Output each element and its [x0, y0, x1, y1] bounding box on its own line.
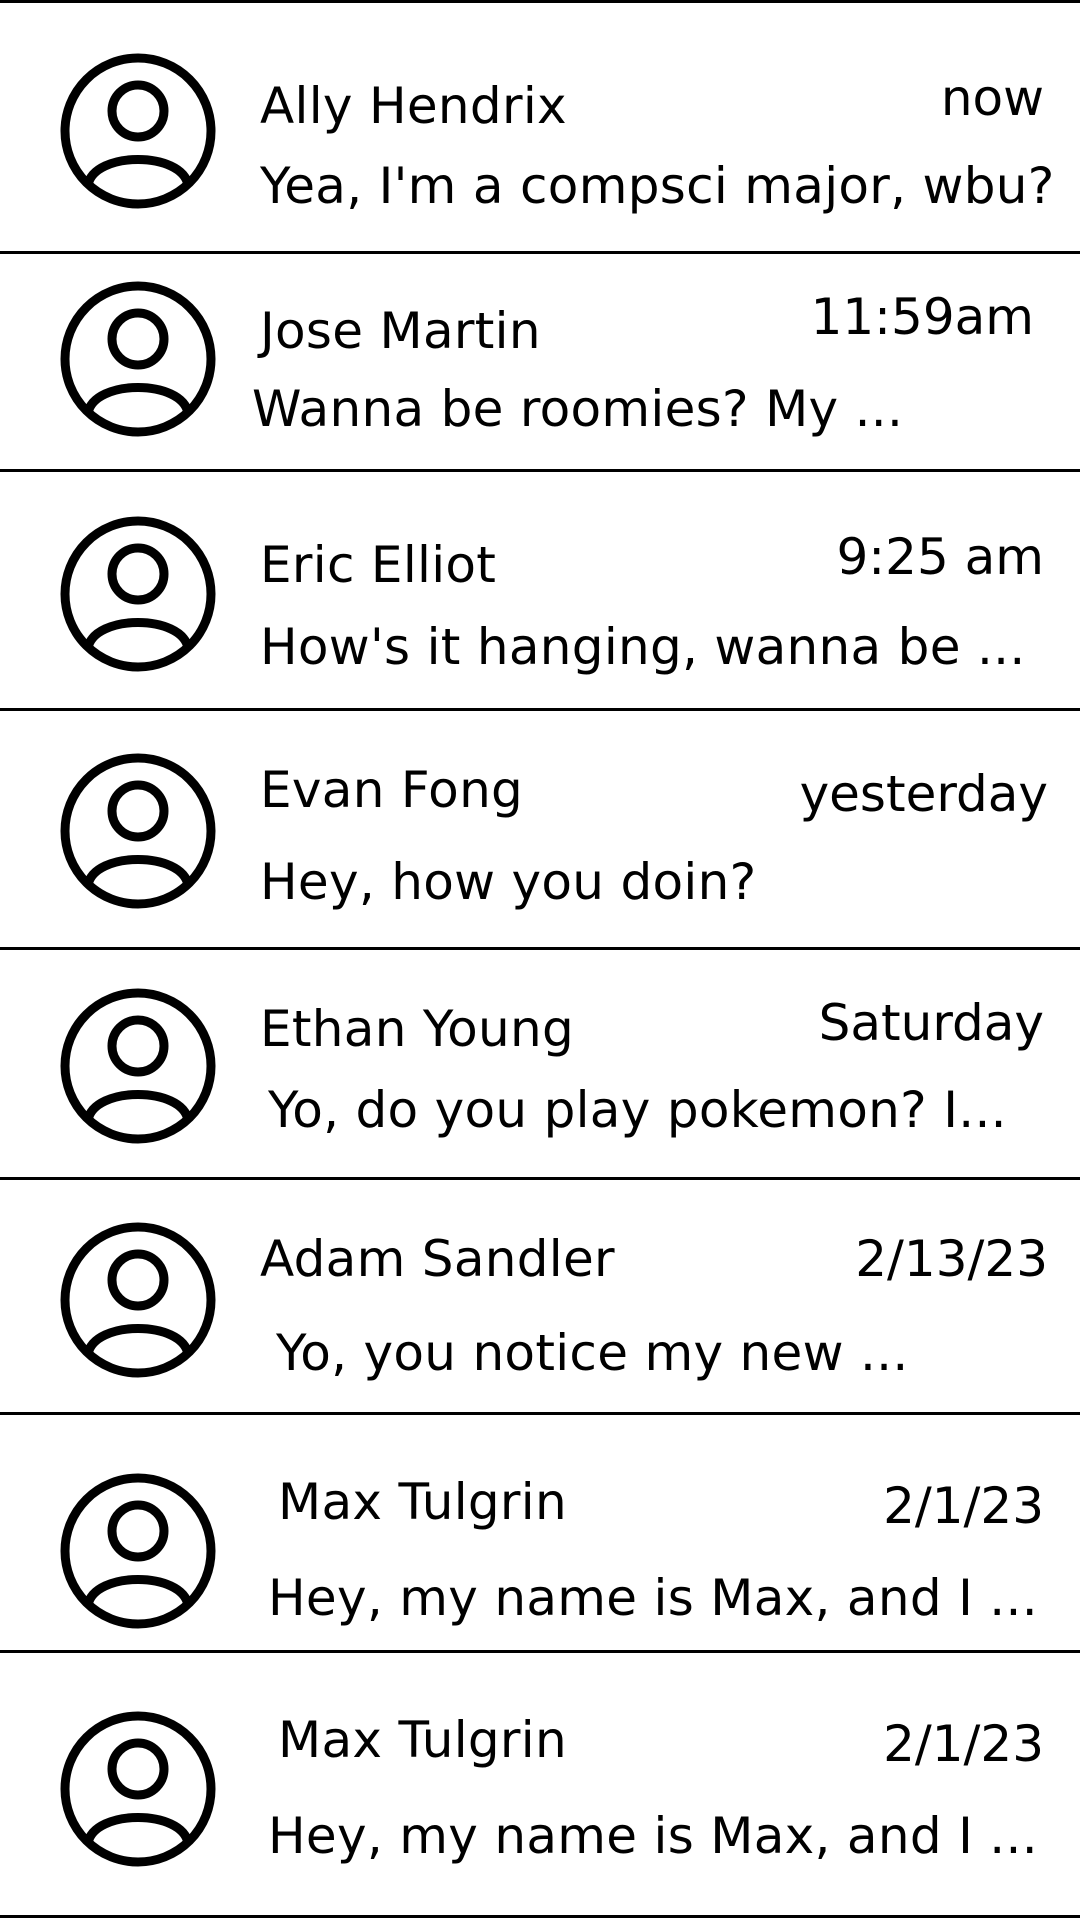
- contact-name: Eric Elliot: [260, 536, 497, 594]
- message-preview: Yo, do you play pokemon? I...: [268, 1081, 1007, 1139]
- user-avatar-icon: [60, 988, 216, 1144]
- contact-name: Max Tulgrin: [278, 1473, 567, 1531]
- message-time: now: [940, 69, 1044, 127]
- user-avatar-icon: [60, 516, 216, 672]
- user-avatar-icon: [60, 753, 216, 909]
- contact-name: Ally Hendrix: [260, 77, 567, 135]
- message-time: 11:59am: [810, 288, 1034, 346]
- message-preview: Hey, how you doin?: [260, 853, 757, 911]
- message-time: 9:25 am: [836, 528, 1044, 586]
- message-time: 2/13/23: [855, 1230, 1048, 1288]
- contact-name: Max Tulgrin: [278, 1711, 567, 1769]
- conversation-row[interactable]: Max Tulgrin 2/1/23 Hey, my name is Max, …: [0, 1415, 1080, 1650]
- user-avatar-icon: [60, 1711, 216, 1867]
- message-preview: Hey, my name is Max, and I ...: [268, 1569, 1038, 1627]
- conversation-row[interactable]: Eric Elliot 9:25 am How's it hanging, wa…: [0, 472, 1080, 708]
- conversation-row[interactable]: Evan Fong yesterday Hey, how you doin?: [0, 711, 1080, 947]
- message-preview: How's it hanging, wanna be ...: [260, 618, 1026, 676]
- conversation-row[interactable]: Jose Martin 11:59am Wanna be roomies? My…: [0, 254, 1080, 469]
- message-time: 2/1/23: [883, 1715, 1044, 1773]
- message-time: yesterday: [799, 765, 1048, 823]
- divider: [0, 1915, 1080, 1918]
- contact-name: Evan Fong: [260, 761, 524, 819]
- message-preview: Wanna be roomies? My ...: [252, 380, 904, 438]
- conversation-row[interactable]: Ethan Young Saturday Yo, do you play pok…: [0, 950, 1080, 1177]
- conversation-row[interactable]: Max Tulgrin 2/1/23 Hey, my name is Max, …: [0, 1653, 1080, 1917]
- message-preview: Yea, I'm a compsci major, wbu?: [260, 157, 1055, 215]
- user-avatar-icon: [60, 53, 216, 209]
- conversation-list: Ally Hendrix now Yea, I'm a compsci majo…: [0, 0, 1080, 1920]
- contact-name: Jose Martin: [260, 302, 541, 360]
- message-preview: Hey, my name is Max, and I ...: [268, 1807, 1038, 1865]
- message-preview: Yo, you notice my new ...: [276, 1324, 909, 1382]
- contact-name: Ethan Young: [260, 1000, 575, 1058]
- message-time: 2/1/23: [883, 1477, 1044, 1535]
- conversation-row[interactable]: Ally Hendrix now Yea, I'm a compsci majo…: [0, 3, 1080, 251]
- contact-name: Adam Sandler: [260, 1230, 615, 1288]
- user-avatar-icon: [60, 1473, 216, 1629]
- conversation-row[interactable]: Adam Sandler 2/13/23 Yo, you notice my n…: [0, 1180, 1080, 1412]
- user-avatar-icon: [60, 281, 216, 437]
- user-avatar-icon: [60, 1222, 216, 1378]
- message-time: Saturday: [818, 994, 1044, 1052]
